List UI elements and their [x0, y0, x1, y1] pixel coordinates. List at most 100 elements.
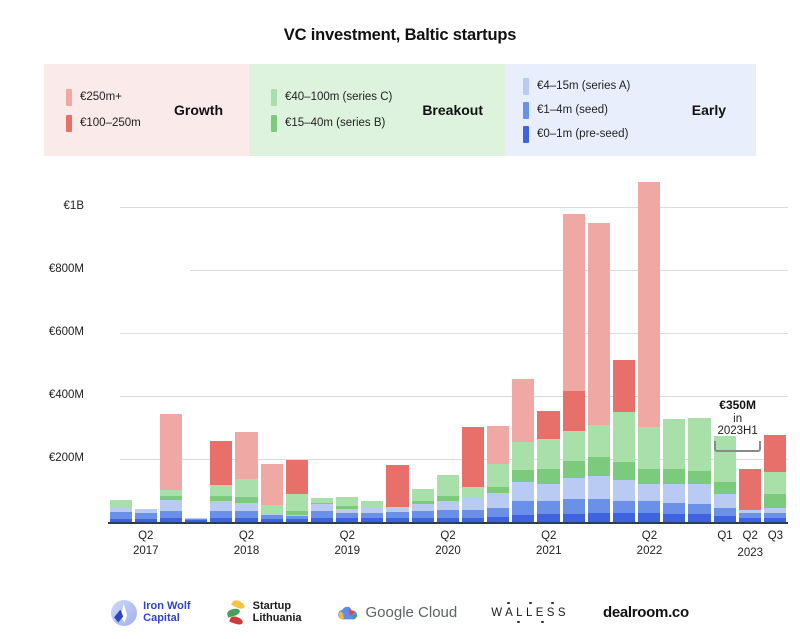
- legend-items-breakout: €40–100m (series C) €15–40m (series B): [249, 88, 422, 132]
- plot-area: €200M €400M €600M €800M €1B: [0, 170, 800, 530]
- page-title: VC investment, Baltic startups: [283, 26, 517, 44]
- x-tick-q2-2017: Q2 2017: [124, 530, 168, 557]
- bar-segment: [713, 482, 736, 495]
- bar-slot: [737, 170, 762, 522]
- bar-q3-2019[interactable]: [361, 501, 384, 522]
- bar-segment: [663, 418, 686, 470]
- bar-q2-2021[interactable]: [537, 410, 560, 522]
- x-tick-q3-2023: Q3: [753, 530, 797, 542]
- x-tick-q2-2021: Q2 2021: [527, 530, 571, 557]
- bar-segment: [562, 477, 585, 500]
- bar-segment: [688, 417, 711, 472]
- bar-q3-2018[interactable]: [260, 464, 283, 522]
- google-cloud-label: Google Cloud: [366, 604, 458, 621]
- bar-slot: [410, 170, 435, 522]
- bar-q2-2017[interactable]: [134, 508, 157, 522]
- bar-q2-2018[interactable]: [235, 432, 258, 522]
- bar-q2-2019[interactable]: [336, 496, 359, 522]
- bar-q4-2018[interactable]: [285, 460, 308, 522]
- bar-segment: [235, 479, 258, 497]
- x-tick-quarter: Q2: [138, 530, 154, 542]
- bar-segment: [663, 502, 686, 514]
- legend-item-100_250m[interactable]: €100–250m: [66, 114, 174, 132]
- bar-segment: [436, 474, 459, 497]
- bar-segment: [663, 483, 686, 503]
- legend-swatch-250m_plus: [66, 88, 72, 106]
- bar-segment: [612, 411, 636, 463]
- bar-q3-2017[interactable]: [159, 414, 183, 522]
- legend-item-pre_seed[interactable]: €0–1m (pre-seed): [523, 125, 692, 143]
- bar-segment: [587, 456, 610, 477]
- y-tick-label: €1B: [63, 200, 84, 213]
- bar-segment: [587, 476, 610, 500]
- bar-segment: [612, 479, 636, 501]
- bar-segment: [537, 438, 560, 470]
- bar-segment: [210, 501, 233, 511]
- bar-q1-2017[interactable]: [109, 500, 132, 522]
- walless-dots-bottom: [495, 620, 573, 625]
- bar-slot: [158, 170, 183, 522]
- bar-segment: [487, 507, 510, 517]
- bar-segment: [260, 505, 283, 514]
- bar-q3-2020[interactable]: [461, 427, 485, 522]
- legend-item-250m_plus[interactable]: €250m+: [66, 88, 174, 106]
- bar-q1-2019[interactable]: [310, 498, 334, 522]
- bar-segment: [537, 469, 560, 484]
- x-tick-year: 2017: [132, 545, 159, 557]
- x-tick-q2-2018: Q2 2018: [225, 530, 269, 557]
- bar-q1-2021[interactable]: [512, 379, 535, 522]
- bar-slot: [511, 170, 536, 522]
- bar-segment: [411, 489, 434, 501]
- bar-q1-2022[interactable]: [612, 359, 636, 522]
- bar-segment: [688, 471, 711, 485]
- bar-segment: [411, 510, 434, 518]
- legend-item-seed[interactable]: €1–4m (seed): [523, 101, 692, 119]
- bar-segment: [537, 501, 560, 514]
- x-axis-line: [108, 522, 788, 524]
- startup-lithuania-label: Startup Lithuania: [252, 599, 302, 624]
- bar-q3-2022[interactable]: [663, 418, 686, 522]
- bar-q3-2021[interactable]: [562, 214, 585, 522]
- y-tick-label: €400M: [48, 389, 84, 402]
- bar-slot: [435, 170, 460, 522]
- bar-segment: [587, 499, 610, 514]
- bar-segment: [587, 513, 610, 522]
- legend-item-series_c[interactable]: €40–100m (series C): [271, 88, 422, 106]
- bar-q1-2018[interactable]: [210, 440, 233, 522]
- legend-item-series_a[interactable]: €4–15m (series A): [523, 77, 692, 95]
- legend-label-250m_plus: €250m+: [80, 91, 122, 103]
- bar-q4-2019[interactable]: [386, 465, 409, 522]
- bar-segment: [713, 508, 736, 517]
- bar-slot: [108, 170, 133, 522]
- legend-label-series_c: €40–100m (series C): [285, 91, 393, 103]
- x-tick-q2-2020: Q2 2020: [426, 530, 470, 557]
- bar-segment: [109, 511, 132, 519]
- bar-segment: [688, 514, 711, 522]
- bar-q2-2020[interactable]: [436, 474, 459, 522]
- bar-q2-2023[interactable]: [738, 469, 761, 522]
- bar-q3-2023[interactable]: [763, 434, 787, 522]
- legend-item-series_b[interactable]: €15–40m (series B): [271, 114, 422, 132]
- bar-slot: [712, 170, 737, 522]
- iron-wolf-icon: [111, 599, 138, 626]
- bar-segment: [537, 483, 560, 502]
- bar-slot: [460, 170, 485, 522]
- iron-wolf-line2: Capital: [143, 611, 180, 624]
- bar-q2-2022[interactable]: [638, 181, 661, 522]
- bar-segment: [638, 501, 661, 514]
- bar-slot: [385, 170, 410, 522]
- logo-dealroom: dealroom.co: [603, 604, 689, 621]
- bar-q1-2020[interactable]: [411, 489, 434, 522]
- legend-swatch-series_b: [271, 114, 277, 132]
- bar-q4-2020[interactable]: [487, 426, 510, 522]
- legend-label-series_a: €4–15m (series A): [537, 80, 631, 92]
- bar-segment: [713, 494, 736, 509]
- x-tick-q2-2019: Q2 2019: [325, 530, 369, 557]
- bar-q4-2021[interactable]: [587, 223, 610, 522]
- bar-q4-2022[interactable]: [688, 417, 711, 522]
- partner-logos-footer: Iron Wolf Capital Startup Lithuania Goog…: [0, 586, 800, 639]
- bar-slot: [561, 170, 586, 522]
- startup-lithuania-line1: Startup: [252, 599, 292, 612]
- bar-segment: [310, 504, 334, 512]
- x-tick-year: 2020: [435, 545, 461, 557]
